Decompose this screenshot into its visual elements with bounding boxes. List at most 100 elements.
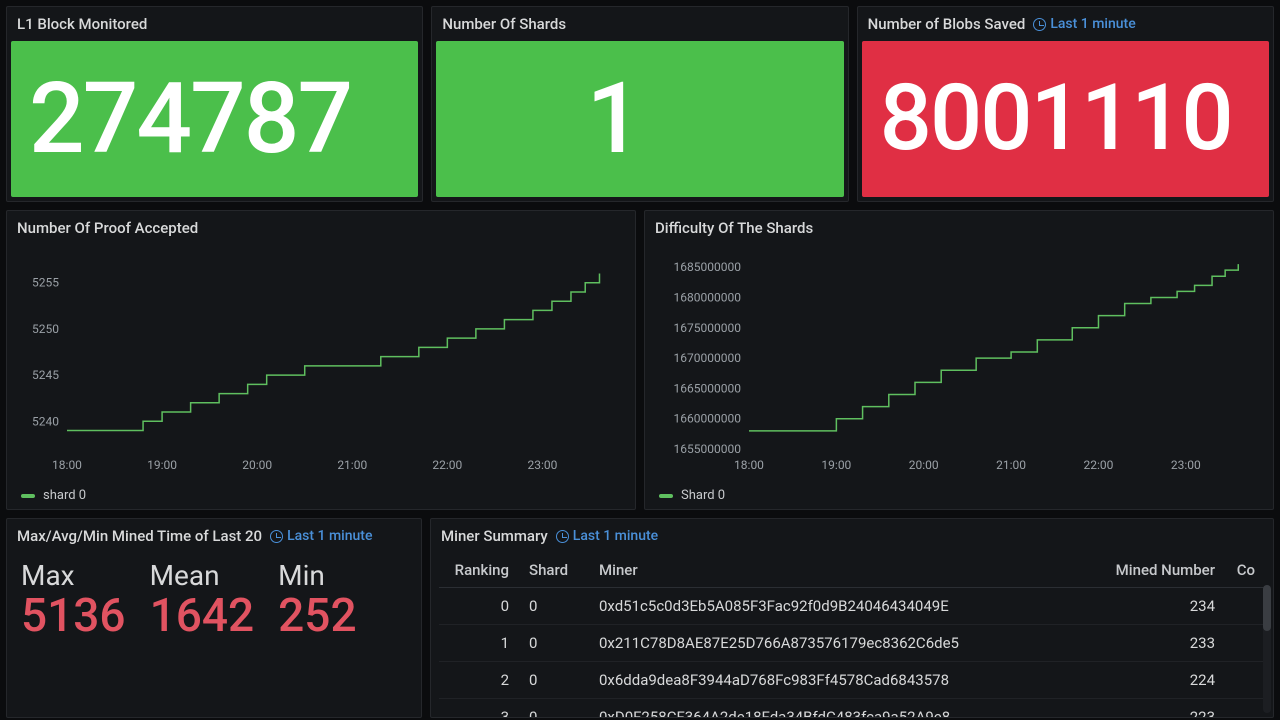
cell-mined: 234 — [1085, 588, 1225, 625]
svg-text:20:00: 20:00 — [909, 458, 939, 472]
time-text: Last 1 minute — [573, 528, 658, 544]
cell-co — [1225, 588, 1265, 625]
stat-value: 5136 — [21, 592, 126, 640]
cell-rank: 0 — [439, 588, 519, 625]
svg-text:5250: 5250 — [32, 322, 59, 336]
title-text: Miner Summary — [441, 527, 548, 545]
svg-text:1675000000: 1675000000 — [674, 321, 742, 335]
svg-text:23:00: 23:00 — [1171, 458, 1201, 472]
stat-value: 252 — [278, 592, 356, 640]
col-miner[interactable]: Miner — [589, 553, 1085, 588]
svg-text:22:00: 22:00 — [1084, 458, 1114, 472]
col-co[interactable]: Co — [1225, 553, 1265, 588]
stat-card-shards: Number Of Shards 1 — [431, 6, 848, 202]
cell-shard: 0 — [519, 662, 589, 699]
svg-text:1655000000: 1655000000 — [674, 442, 742, 456]
col-ranking[interactable]: Ranking — [439, 553, 519, 588]
panel-title: Number Of Proof Accepted — [7, 211, 635, 241]
cell-shard: 0 — [519, 699, 589, 718]
stat-card-l1-block: L1 Block Monitored 274787 — [6, 6, 423, 202]
title-text: Number Of Shards — [442, 15, 566, 33]
title-text: Number of Blobs Saved — [868, 15, 1026, 33]
stat-value: 1 — [586, 70, 640, 168]
cell-rank: 2 — [439, 662, 519, 699]
svg-text:18:00: 18:00 — [734, 458, 764, 472]
cell-shard: 0 — [519, 588, 589, 625]
legend-swatch — [21, 494, 35, 498]
panel-title: L1 Block Monitored — [7, 7, 422, 37]
svg-text:23:00: 23:00 — [527, 458, 557, 472]
cell-miner: 0xd51c5c0d3Eb5A085F3Fac92f0d9B2404643404… — [589, 588, 1085, 625]
legend-label: Shard 0 — [681, 488, 725, 503]
panel-title: Difficulty Of The Shards — [645, 211, 1273, 241]
stat-value: 274787 — [29, 70, 351, 168]
title-text: L1 Block Monitored — [17, 15, 147, 33]
stat-mean: Mean 1642 — [150, 559, 255, 640]
cell-miner: 0xD0F258CF364A2de18Fda34BfdC483fca9a52A9… — [589, 699, 1085, 718]
legend-swatch — [659, 494, 673, 498]
stats-row: Max 5136 Mean 1642 Min 252 — [7, 549, 421, 654]
title-text: Difficulty Of The Shards — [655, 219, 813, 237]
stat-value-box: 1 — [436, 41, 843, 197]
panel-miner-summary: Miner Summary Last 1 minute Ranking Shar… — [430, 518, 1274, 718]
title-text: Number Of Proof Accepted — [17, 219, 198, 237]
svg-text:19:00: 19:00 — [821, 458, 851, 472]
chart-legend[interactable]: Shard 0 — [645, 486, 1273, 509]
panel-title: Miner Summary Last 1 minute — [431, 519, 1273, 549]
stat-min: Min 252 — [278, 559, 356, 640]
col-mined[interactable]: Mined Number — [1085, 553, 1225, 588]
table-row[interactable]: 100x211C78D8AE87E25D766A873576179ec8362C… — [439, 625, 1265, 662]
col-shard[interactable]: Shard — [519, 553, 589, 588]
stat-value: 8001110 — [880, 73, 1232, 165]
svg-text:1685000000: 1685000000 — [674, 260, 742, 274]
svg-text:19:00: 19:00 — [147, 458, 177, 472]
cell-rank: 1 — [439, 625, 519, 662]
panel-title: Max/Avg/Min Mined Time of Last 20 Last 1… — [7, 519, 421, 549]
svg-text:1680000000: 1680000000 — [674, 290, 742, 304]
chart-canvas[interactable]: 524052455250525518:0019:0020:0021:0022:0… — [7, 241, 635, 486]
stat-value-box: 274787 — [11, 41, 418, 197]
table-row[interactable]: 200x6dda9dea8F3944aD768Fc983Ff4578Cad684… — [439, 662, 1265, 699]
svg-text:1665000000: 1665000000 — [674, 381, 742, 395]
legend-label: shard 0 — [43, 488, 86, 503]
svg-text:18:00: 18:00 — [52, 458, 82, 472]
table-row[interactable]: 300xD0F258CF364A2de18Fda34BfdC483fca9a52… — [439, 699, 1265, 718]
stat-label: Max — [21, 559, 126, 592]
chart-canvas[interactable]: 1655000000 1660000000 1665000000 1670000000… — [645, 241, 1273, 486]
time-badge[interactable]: Last 1 minute — [1033, 16, 1135, 32]
stat-value: 1642 — [150, 592, 255, 640]
table-row[interactable]: 000xd51c5c0d3Eb5A085F3Fac92f0d9B24046434… — [439, 588, 1265, 625]
cell-miner: 0x6dda9dea8F3944aD768Fc983Ff4578Cad68435… — [589, 662, 1085, 699]
stat-label: Mean — [150, 559, 255, 592]
stat-label: Min — [278, 559, 356, 592]
time-text: Last 1 minute — [287, 528, 372, 544]
clock-icon — [556, 530, 569, 543]
svg-text:22:00: 22:00 — [432, 458, 462, 472]
chart-difficulty: Difficulty Of The Shards 1655000000 16600… — [644, 210, 1274, 510]
title-text: Max/Avg/Min Mined Time of Last 20 — [17, 527, 262, 545]
panel-title: Number Of Shards — [432, 7, 847, 37]
table-wrap: Ranking Shard Miner Mined Number Co 000x… — [431, 549, 1273, 717]
svg-text:5255: 5255 — [32, 276, 59, 290]
cell-co — [1225, 625, 1265, 662]
time-text: Last 1 minute — [1050, 16, 1135, 32]
cell-rank: 3 — [439, 699, 519, 718]
chart-legend[interactable]: shard 0 — [7, 486, 635, 509]
svg-text:1660000000: 1660000000 — [674, 412, 742, 426]
chart-proof-accepted: Number Of Proof Accepted 524052455250525… — [6, 210, 636, 510]
clock-icon — [270, 530, 283, 543]
scrollbar[interactable] — [1263, 585, 1271, 713]
svg-text:5240: 5240 — [32, 414, 59, 428]
scrollbar-thumb[interactable] — [1263, 585, 1271, 631]
svg-text:21:00: 21:00 — [996, 458, 1026, 472]
panel-mined-time: Max/Avg/Min Mined Time of Last 20 Last 1… — [6, 518, 422, 718]
svg-text:1670000000: 1670000000 — [674, 351, 742, 365]
time-badge[interactable]: Last 1 minute — [270, 528, 372, 544]
table-header-row: Ranking Shard Miner Mined Number Co — [439, 553, 1265, 588]
cell-co — [1225, 662, 1265, 699]
svg-text:20:00: 20:00 — [242, 458, 272, 472]
cell-shard: 0 — [519, 625, 589, 662]
svg-text:21:00: 21:00 — [337, 458, 367, 472]
time-badge[interactable]: Last 1 minute — [556, 528, 658, 544]
stat-value-box: 8001110 — [862, 41, 1269, 197]
